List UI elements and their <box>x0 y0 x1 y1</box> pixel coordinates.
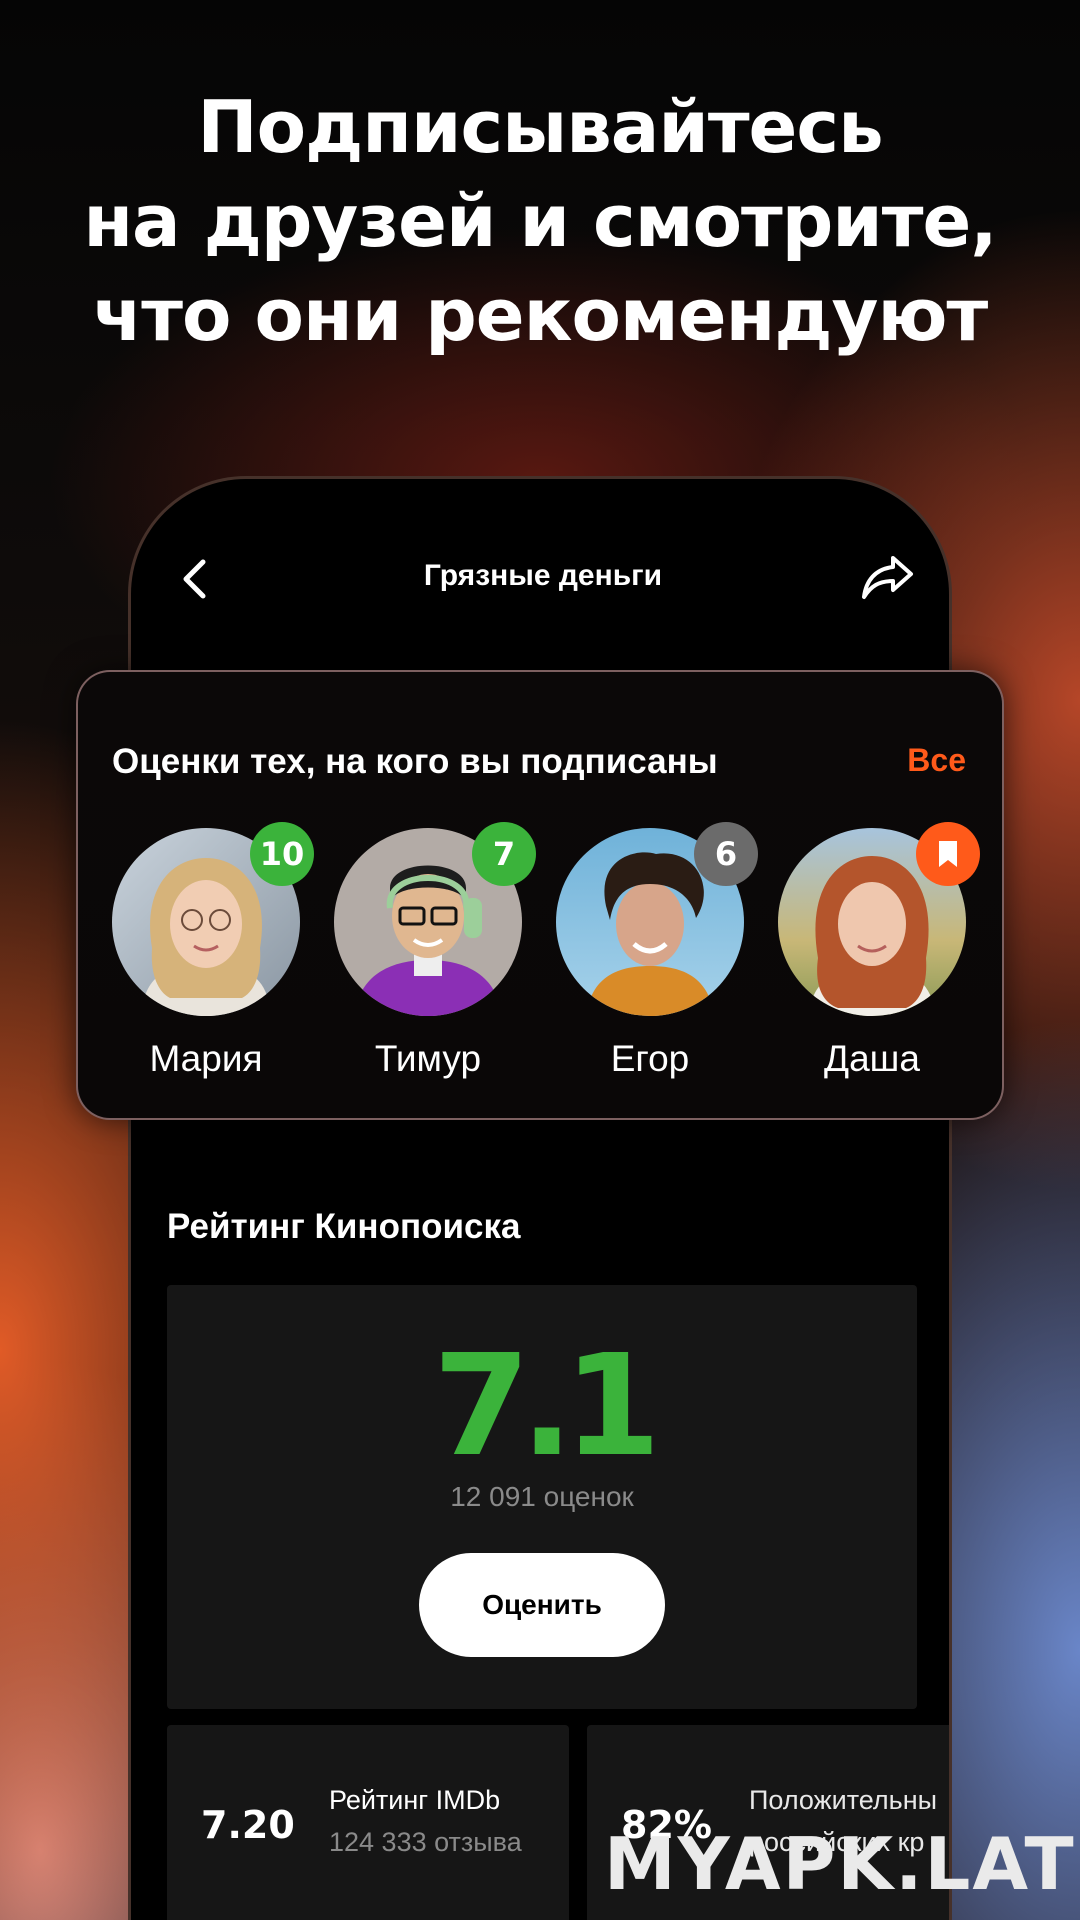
friend-name: Мария <box>149 1038 263 1079</box>
rating-badge-value: 7 <box>492 835 516 873</box>
share-arrow-icon[interactable] <box>859 552 915 602</box>
headline-line-1: Подписывайтесь <box>197 85 883 169</box>
friend-name: Даша <box>824 1038 920 1079</box>
movie-title: Грязные деньги <box>423 559 663 592</box>
rating-badge: 10 <box>250 822 314 886</box>
rating-badge-value: 10 <box>259 835 305 873</box>
friend-item-egor[interactable]: 6 Егор <box>556 822 758 1088</box>
rate-button[interactable]: Оценить <box>419 1553 665 1657</box>
headline-line-2: на друзей и смотрите, <box>83 179 997 263</box>
friend-name: Тимур <box>374 1038 482 1079</box>
rating-badge: 6 <box>694 822 758 886</box>
kinopoisk-rating-value: 7.1 <box>432 1325 661 1488</box>
kinopoisk-rating-count: 12 091 оценок <box>450 1481 634 1512</box>
bookmark-icon <box>939 841 957 867</box>
promo-headline: Подписывайтесь на друзей и смотрите, что… <box>0 80 1080 362</box>
imdb-rating-value: 7.20 <box>201 1803 295 1847</box>
headline-line-3: что они рекомендуют <box>92 273 988 357</box>
friends-ratings-title: Оценки тех, на кого вы подписаны <box>112 742 718 781</box>
friend-name: Егор <box>610 1038 690 1079</box>
kinopoisk-rating-card: 7.1 12 091 оценок Оценить <box>167 1285 917 1709</box>
imdb-rating-card[interactable]: 7.20 Рейтинг IMDb 124 333 отзыва <box>167 1725 569 1920</box>
friend-item-dasha[interactable]: Даша <box>778 822 980 1088</box>
positive-reviews-label: Положительны <box>749 1785 938 1815</box>
watermark: MYAPK.LAT <box>604 1822 1076 1906</box>
all-link[interactable]: Все <box>907 742 966 779</box>
imdb-rating-label: Рейтинг IMDb <box>329 1785 501 1815</box>
top-bar: Грязные деньги <box>131 479 949 679</box>
friend-item-timur[interactable]: 7 Тимур <box>334 822 536 1088</box>
rating-badge <box>916 822 980 886</box>
kinopoisk-rating-title: Рейтинг Кинопоиска <box>167 1207 521 1246</box>
rating-badge: 7 <box>472 822 536 886</box>
friends-ratings-card: Оценки тех, на кого вы подписаны Все 10 <box>76 670 1004 1120</box>
friend-item-maria[interactable]: 10 Мария <box>112 822 314 1088</box>
rating-badge-value: 6 <box>714 835 738 873</box>
imdb-rating-count: 124 333 отзыва <box>329 1827 522 1857</box>
